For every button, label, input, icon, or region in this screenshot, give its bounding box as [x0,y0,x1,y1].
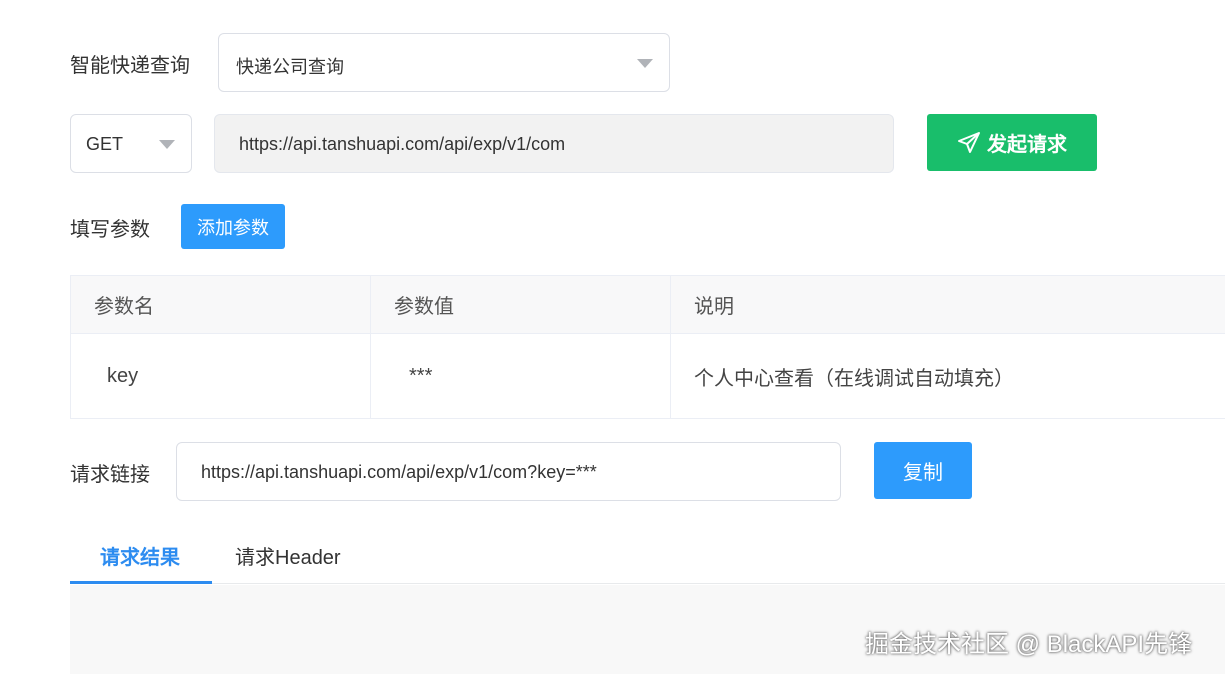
request-link-value: https://api.tanshuapi.com/api/exp/v1/com… [201,462,597,482]
params-table: 参数名 参数值 说明 key *** 个人中心查看（在线调试自动填充） [70,275,1225,419]
request-url-value: https://api.tanshuapi.com/api/exp/v1/com [239,134,566,154]
column-header-description: 说明 [670,275,1225,334]
table-header-row: 参数名 参数值 说明 [70,275,1225,334]
watermark: 掘金技术社区 @ BlackAPI先锋 [865,631,1193,658]
request-url-field: https://api.tanshuapi.com/api/exp/v1/com [214,114,894,173]
table-row: key *** 个人中心查看（在线调试自动填充） [70,333,1225,419]
tab-request-result[interactable]: 请求结果 [100,541,180,570]
result-tabs: 请求结果 请求Header [70,525,1225,584]
api-select-value: 快递公司查询 [236,57,344,77]
copy-button[interactable]: 复制 [874,442,972,499]
request-link-field[interactable]: https://api.tanshuapi.com/api/exp/v1/com… [176,442,841,501]
active-tab-indicator [70,581,212,584]
send-request-label: 发起请求 [987,134,1067,156]
column-header-value: 参数值 [370,275,671,334]
column-header-name: 参数名 [70,275,371,334]
chevron-down-icon [159,140,175,149]
param-value-cell[interactable]: *** [370,333,671,419]
request-link-label: 请求链接 [70,464,150,486]
param-description-cell: 个人中心查看（在线调试自动填充） [670,333,1225,419]
send-request-button[interactable]: 发起请求 [927,114,1097,171]
method-select[interactable]: GET [70,114,192,173]
api-category-label: 智能快递查询 [70,55,190,77]
method-value: GET [86,134,124,154]
api-select[interactable]: 快递公司查询 [218,33,670,92]
param-name-cell[interactable]: key [70,333,371,419]
add-param-button[interactable]: 添加参数 [181,204,285,249]
chevron-down-icon [637,59,653,68]
params-label: 填写参数 [70,219,150,241]
tab-request-header[interactable]: 请求Header [235,541,341,570]
paper-plane-icon [958,131,980,153]
